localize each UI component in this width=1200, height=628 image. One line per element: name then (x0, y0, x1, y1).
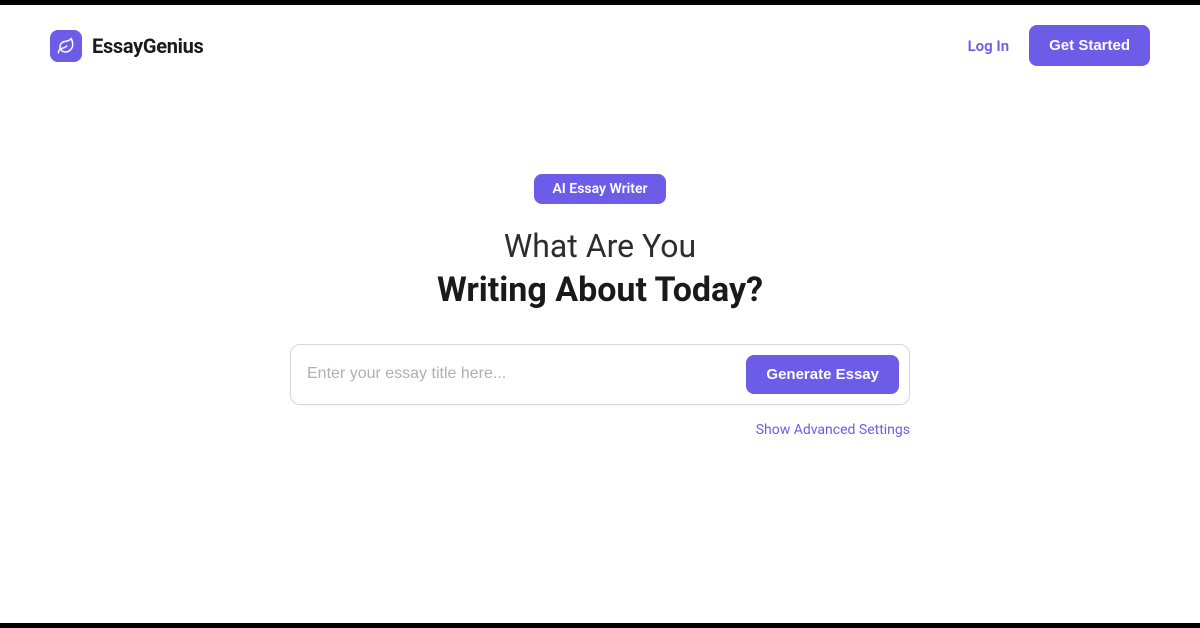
main-content: AI Essay Writer What Are You Writing Abo… (0, 174, 1200, 438)
heading-line-2: Writing About Today? (437, 268, 763, 312)
ai-writer-badge: AI Essay Writer (534, 174, 665, 204)
generate-essay-button[interactable]: Generate Essay (746, 355, 899, 394)
get-started-button[interactable]: Get Started (1029, 25, 1150, 66)
leaf-icon (50, 30, 82, 62)
advanced-settings-link[interactable]: Show Advanced Settings (756, 422, 910, 438)
login-link[interactable]: Log In (968, 37, 1010, 55)
page-heading: What Are You Writing About Today? (437, 226, 763, 312)
advanced-settings-container: Show Advanced Settings (290, 419, 910, 438)
brand-name: EssayGenius (92, 34, 204, 58)
essay-input-container: Generate Essay (290, 344, 910, 405)
nav-actions: Log In Get Started (968, 25, 1150, 66)
logo[interactable]: EssayGenius (50, 30, 204, 62)
essay-title-input[interactable] (307, 365, 746, 383)
heading-line-1: What Are You (437, 226, 763, 268)
header: EssayGenius Log In Get Started (0, 5, 1200, 66)
